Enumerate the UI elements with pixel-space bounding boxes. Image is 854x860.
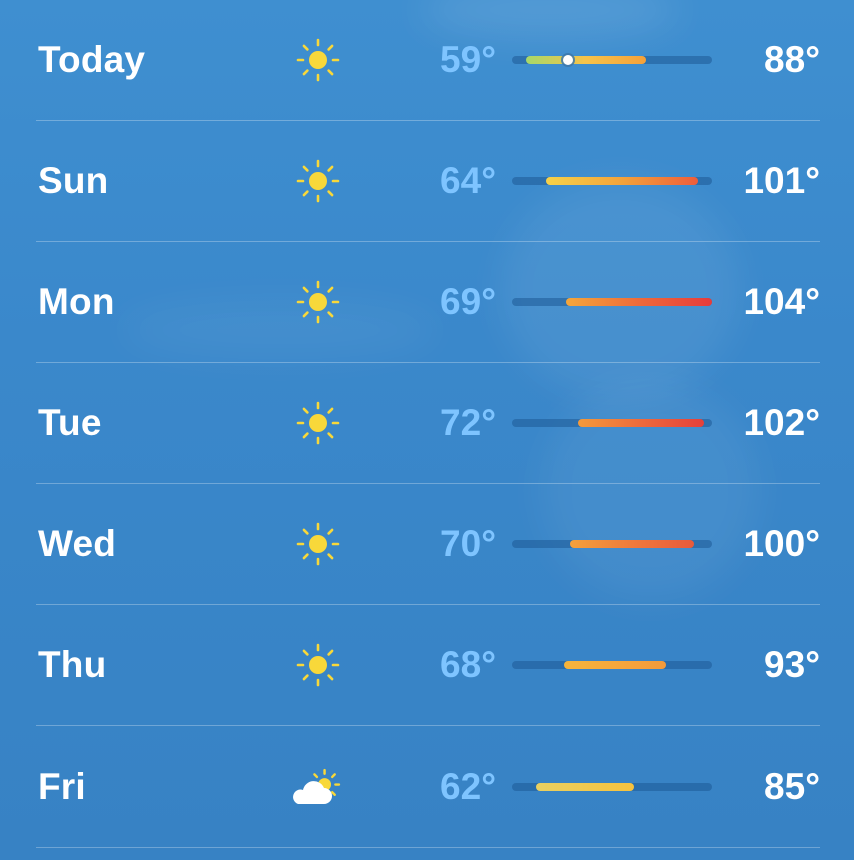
forecast-day-label: Wed xyxy=(38,523,117,564)
forecast-row[interactable]: Tue 72° 102° xyxy=(36,363,820,484)
temperature-range-fill xyxy=(570,540,694,548)
forecast-day-label: Tue xyxy=(38,402,102,443)
temperature-range-fill xyxy=(564,661,666,669)
temperature-range-fill xyxy=(578,419,704,427)
temperature-range-fill xyxy=(526,56,646,64)
low-temperature: 70° xyxy=(440,523,496,564)
sun-icon xyxy=(295,37,341,83)
high-temperature: 88° xyxy=(764,39,820,80)
high-temperature: 101° xyxy=(743,160,820,201)
forecast-row[interactable]: Thu 68° 93° xyxy=(36,605,820,726)
low-temperature: 69° xyxy=(440,281,496,322)
sun-icon xyxy=(295,521,341,567)
ten-day-forecast: Today 59° 88° Sun 64° 101° Mon 69° 104° Tue 72° 102… xyxy=(36,0,820,848)
sun-icon xyxy=(295,279,341,325)
low-temperature: 59° xyxy=(440,39,496,80)
high-temperature: 93° xyxy=(764,644,820,685)
temperature-range-bar xyxy=(512,419,712,427)
temperature-range-fill xyxy=(536,782,634,791)
low-temperature: 64° xyxy=(440,160,496,201)
forecast-row[interactable]: Today 59° 88° xyxy=(36,0,820,121)
low-temperature: 62° xyxy=(440,765,496,807)
high-temperature: 102° xyxy=(743,402,820,443)
forecast-day-label: Mon xyxy=(38,281,115,322)
current-temperature-marker xyxy=(563,55,573,65)
low-temperature: 72° xyxy=(440,402,496,443)
temperature-range-bar xyxy=(512,782,712,791)
sun-icon xyxy=(295,642,341,688)
sun-icon xyxy=(295,400,341,446)
partly-cloudy-icon xyxy=(288,764,348,810)
forecast-row[interactable]: Fri 62° 85° xyxy=(36,726,820,848)
forecast-row[interactable]: Mon 69° 104° xyxy=(36,242,820,363)
temperature-range-bar xyxy=(512,55,712,65)
temperature-range-fill xyxy=(546,177,698,185)
forecast-day-label: Sun xyxy=(38,160,109,201)
high-temperature: 85° xyxy=(764,765,820,807)
forecast-day-label: Today xyxy=(38,39,146,80)
forecast-row[interactable]: Sun 64° 101° xyxy=(36,121,820,242)
temperature-range-fill xyxy=(566,298,712,306)
temperature-range-bar xyxy=(512,661,712,669)
high-temperature: 100° xyxy=(743,523,820,564)
temperature-range-bar xyxy=(512,540,712,548)
low-temperature: 68° xyxy=(440,644,496,685)
sun-icon xyxy=(295,158,341,204)
forecast-row[interactable]: Wed 70° 100° xyxy=(36,484,820,605)
temperature-range-bar xyxy=(512,298,712,306)
temperature-range-bar xyxy=(512,177,712,185)
forecast-day-label: Fri xyxy=(38,765,86,807)
high-temperature: 104° xyxy=(743,281,820,322)
forecast-day-label: Thu xyxy=(38,644,107,685)
